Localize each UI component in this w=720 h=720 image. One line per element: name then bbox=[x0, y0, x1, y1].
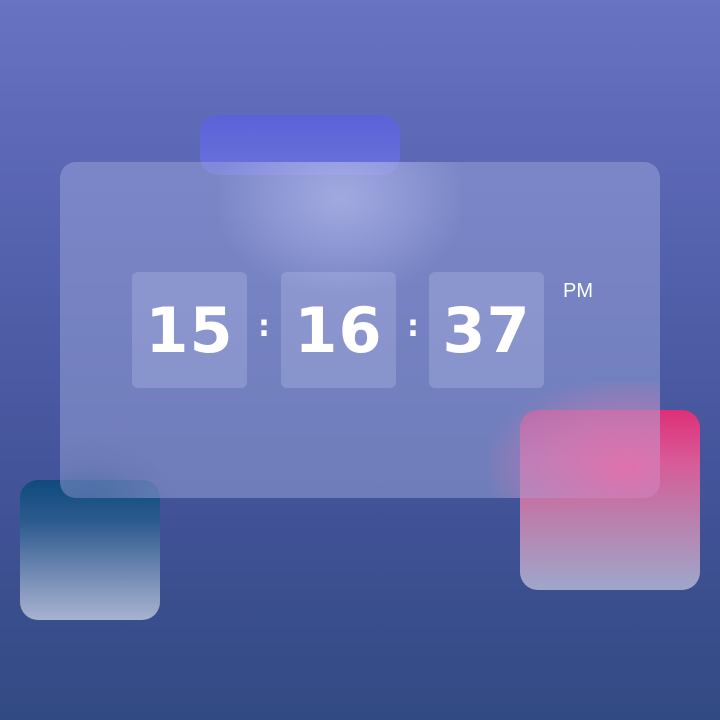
clock-card: 15 : 16 : 37 PM bbox=[60, 162, 660, 498]
time-separator: : bbox=[407, 309, 419, 344]
minutes-display: 16 bbox=[281, 272, 396, 388]
period-indicator: PM bbox=[563, 280, 593, 302]
decorative-blue-square bbox=[20, 480, 160, 620]
card-glow-pink bbox=[490, 382, 660, 498]
seconds-display: 37 bbox=[429, 272, 544, 388]
hours-display: 15 bbox=[132, 272, 247, 388]
card-glow-left bbox=[60, 442, 180, 498]
time-separator: : bbox=[258, 309, 270, 344]
